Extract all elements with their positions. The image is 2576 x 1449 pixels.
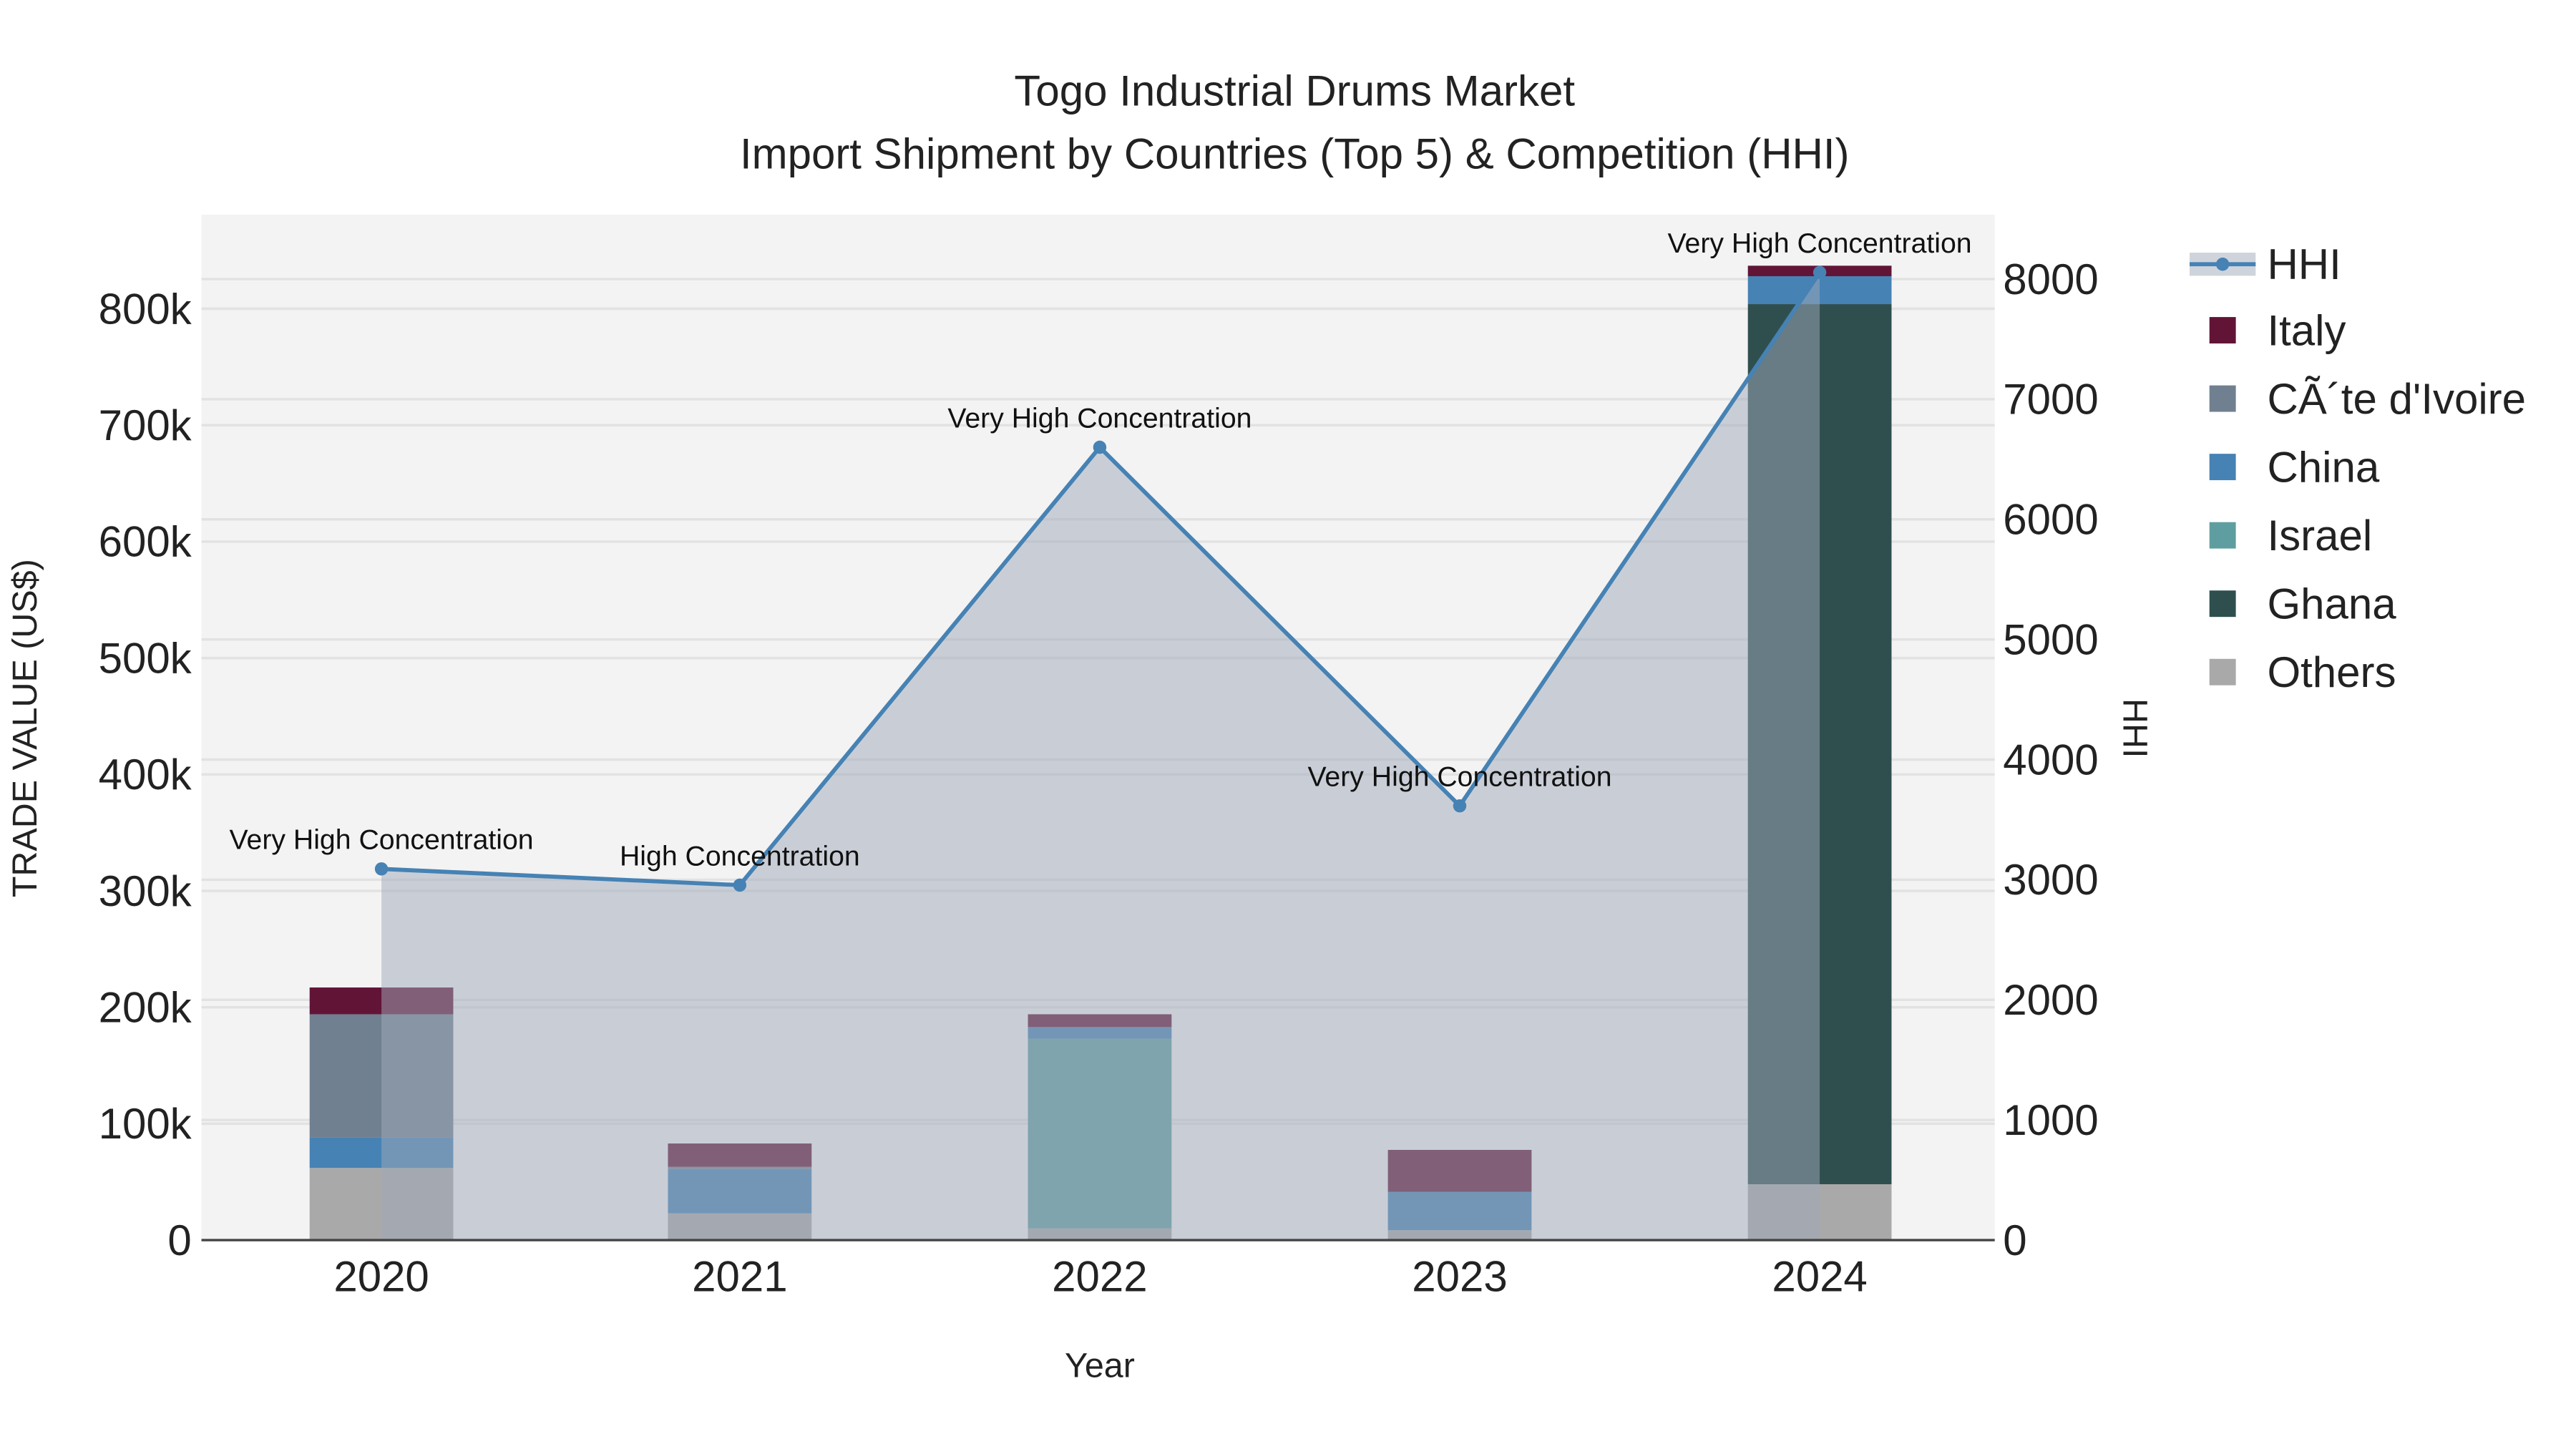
x-tick-label: 2020 bbox=[333, 1253, 429, 1301]
y-tick-label: 0 bbox=[167, 1216, 191, 1264]
legend-swatch bbox=[2209, 522, 2236, 549]
x-axis-title: Year bbox=[1065, 1347, 1135, 1385]
y2-axis-title: HHI bbox=[2116, 698, 2155, 758]
hhi-annotation: Very High Concentration bbox=[230, 824, 534, 856]
y-tick-label: 300k bbox=[99, 867, 192, 915]
y-tick-label: 100k bbox=[99, 1100, 192, 1148]
legend-label[interactable]: CÃ´te d'Ivoire bbox=[2267, 375, 2526, 423]
y2-tick-label: 8000 bbox=[2003, 255, 2098, 303]
legend-swatch bbox=[2209, 454, 2236, 481]
x-tick-label: 2021 bbox=[692, 1253, 787, 1301]
y2-tick-label: 5000 bbox=[2003, 615, 2098, 663]
y2-tick-label: 7000 bbox=[2003, 376, 2098, 424]
legend-label[interactable]: China bbox=[2267, 443, 2379, 491]
chart: Togo Industrial Drums Market Import Ship… bbox=[6, 67, 2526, 1385]
chart-title: Togo Industrial Drums Market bbox=[1014, 67, 1575, 115]
y-tick-label: 800k bbox=[99, 285, 192, 333]
hhi-annotation: Very High Concentration bbox=[1307, 761, 1611, 792]
legend-label[interactable]: Italy bbox=[2267, 306, 2346, 354]
legend-swatch bbox=[2209, 590, 2236, 618]
legend-label[interactable]: Israel bbox=[2267, 512, 2372, 560]
chart-subtitle: Import Shipment by Countries (Top 5) & C… bbox=[740, 130, 1850, 177]
legend-swatch bbox=[2209, 317, 2236, 343]
y-tick-label: 700k bbox=[99, 401, 192, 449]
legend-label[interactable]: Others bbox=[2267, 648, 2396, 696]
y2-tick-label: 4000 bbox=[2003, 736, 2098, 784]
y2-tick-label: 0 bbox=[2003, 1216, 2026, 1264]
hhi-point bbox=[1813, 265, 1827, 279]
x-tick-label: 2023 bbox=[1412, 1253, 1507, 1301]
hhi-annotation: High Concentration bbox=[620, 840, 860, 872]
y-tick-label: 200k bbox=[99, 983, 192, 1031]
y-tick-label: 500k bbox=[99, 634, 192, 682]
y-axis-title: TRADE VALUE (US$) bbox=[6, 559, 44, 897]
hhi-annotation: Very High Concentration bbox=[1668, 228, 1972, 259]
y-tick-label: 600k bbox=[99, 518, 192, 566]
hhi-point bbox=[1453, 799, 1467, 813]
hhi-point bbox=[733, 878, 747, 892]
y2-tick-label: 6000 bbox=[2003, 496, 2098, 544]
legend-hhi-marker bbox=[2215, 258, 2230, 271]
y2-tick-label: 1000 bbox=[2003, 1096, 2098, 1144]
x-tick-label: 2024 bbox=[1772, 1253, 1867, 1301]
y2-tick-label: 3000 bbox=[2003, 856, 2098, 904]
hhi-point bbox=[374, 862, 389, 876]
legend-swatch bbox=[2209, 658, 2236, 686]
y-tick-label: 400k bbox=[99, 751, 192, 799]
legend-label-hhi[interactable]: HHI bbox=[2267, 240, 2341, 288]
y2-tick-label: 2000 bbox=[2003, 976, 2098, 1024]
legend-swatch bbox=[2209, 385, 2236, 412]
hhi-annotation: Very High Concentration bbox=[947, 402, 1252, 434]
hhi-point bbox=[1093, 440, 1107, 454]
x-tick-label: 2022 bbox=[1052, 1253, 1147, 1301]
legend-label[interactable]: Ghana bbox=[2267, 580, 2396, 628]
